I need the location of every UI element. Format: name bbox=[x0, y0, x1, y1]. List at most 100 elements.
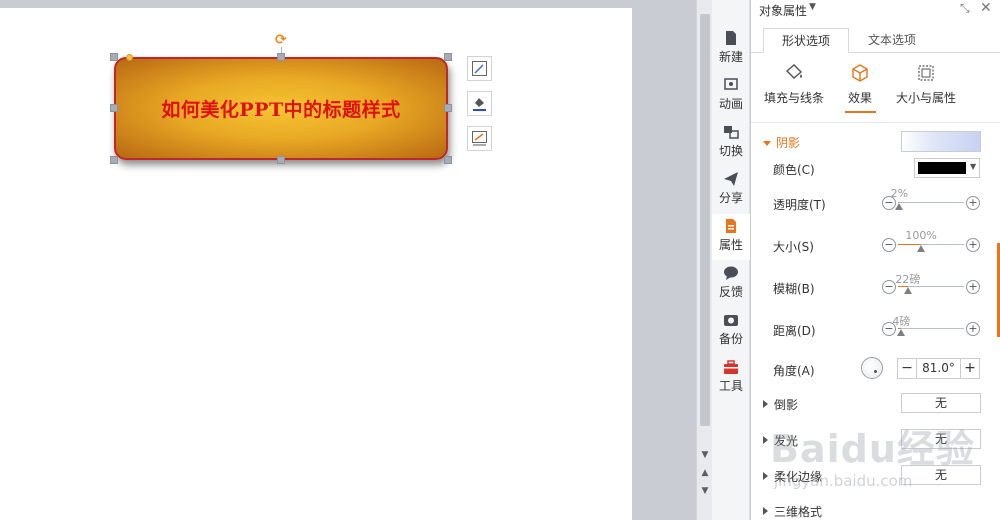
plus-icon[interactable]: + bbox=[966, 196, 980, 210]
side-tab-label: 属性 bbox=[718, 238, 743, 252]
side-tab-feedback[interactable]: 反馈 bbox=[712, 261, 750, 307]
resize-handle-bottom-left[interactable] bbox=[110, 156, 118, 164]
resize-handle-right[interactable] bbox=[444, 104, 452, 112]
tab-text-options[interactable]: 文本选项 bbox=[849, 28, 935, 53]
rotate-icon[interactable]: ⟳ bbox=[275, 33, 289, 47]
side-tab-label: 反馈 bbox=[718, 285, 743, 299]
paint-bucket-icon bbox=[473, 98, 486, 111]
angle-dial-dot bbox=[874, 370, 877, 373]
subtab-label: 效果 bbox=[847, 91, 872, 105]
scrollbar-thumb[interactable] bbox=[700, 14, 710, 426]
subtab-effects[interactable]: 效果 bbox=[843, 62, 877, 106]
transition-icon bbox=[724, 126, 739, 139]
section-label: 柔化边缘 bbox=[774, 470, 823, 484]
expanded-triangle-icon bbox=[763, 141, 771, 146]
title-shape[interactable]: 如何美化PPT中的标题样式 bbox=[114, 57, 448, 160]
size-slider[interactable]: − 100% + bbox=[882, 229, 980, 256]
resize-handle-left[interactable] bbox=[110, 104, 118, 112]
side-tab-transition[interactable]: 切换 bbox=[712, 120, 750, 166]
slide-page[interactable]: 如何美化PPT中的标题样式 ⟳ bbox=[0, 8, 632, 520]
side-tab-label: 新建 bbox=[718, 50, 743, 64]
minus-icon[interactable]: − bbox=[882, 238, 896, 252]
soft-edges-section-header[interactable]: 柔化边缘 bbox=[763, 468, 822, 485]
resize-handle-top-right[interactable] bbox=[444, 53, 452, 61]
fill-color-button[interactable] bbox=[467, 91, 492, 116]
size-value: 100% bbox=[905, 229, 937, 242]
tab-shape-options[interactable]: 形状选项 bbox=[763, 28, 849, 53]
title-text[interactable]: 如何美化PPT中的标题样式 bbox=[161, 95, 400, 122]
side-tab-animation[interactable]: 动画 bbox=[712, 73, 750, 119]
shadow-preset-dropdown[interactable] bbox=[901, 131, 981, 152]
cube-icon bbox=[852, 64, 868, 82]
3d-format-section-header[interactable]: 三维格式 bbox=[763, 503, 822, 520]
subtab-label: 填充与线条 bbox=[763, 91, 824, 105]
prev-page-icon[interactable]: ▲ bbox=[697, 466, 713, 480]
close-icon[interactable]: ✕ bbox=[980, 0, 992, 16]
slider-thumb[interactable] bbox=[903, 287, 912, 294]
collapsed-triangle-icon bbox=[763, 400, 768, 408]
reflection-section-header[interactable]: 倒影 bbox=[763, 396, 798, 413]
transparency-slider[interactable]: − 2% + bbox=[882, 187, 980, 214]
chevron-down-icon[interactable]: ▼ bbox=[809, 2, 816, 12]
blur-slider[interactable]: − 22磅 + bbox=[882, 273, 980, 298]
side-tab-backup[interactable]: 备份 bbox=[712, 308, 750, 354]
side-tab-label: 工具 bbox=[718, 379, 743, 393]
side-tab-label: 动画 bbox=[718, 97, 743, 111]
canvas-vertical-scrollbar[interactable]: ▼ ▲ ▼ bbox=[696, 0, 712, 520]
angle-dial[interactable] bbox=[861, 357, 883, 379]
reflection-preset-dropdown[interactable]: 无 bbox=[901, 393, 981, 413]
subtab-label: 大小与属性 bbox=[895, 91, 956, 105]
side-tab-tools[interactable]: 工具 bbox=[712, 355, 750, 401]
backup-icon bbox=[724, 315, 738, 326]
shadow-section-header[interactable]: 阴影 bbox=[763, 134, 800, 151]
slider-thumb[interactable] bbox=[917, 245, 926, 252]
resize-handle-bottom[interactable] bbox=[277, 156, 285, 164]
angle-increment-button[interactable]: + bbox=[960, 359, 979, 378]
title-shape-selection[interactable]: 如何美化PPT中的标题样式 ⟳ bbox=[110, 33, 452, 164]
glow-section-header[interactable]: 发光 bbox=[763, 432, 798, 449]
angle-decrement-button[interactable]: − bbox=[898, 359, 917, 378]
adjust-handle[interactable] bbox=[126, 54, 133, 61]
next-page-icon[interactable]: ▼ bbox=[697, 484, 713, 498]
angle-spinner: − 81.0° + bbox=[897, 358, 980, 379]
section-label: 三维格式 bbox=[774, 505, 823, 519]
transparency-label: 透明度(T) bbox=[773, 198, 826, 212]
slider-thumb[interactable] bbox=[897, 329, 906, 336]
panel-title[interactable]: 对象属性 bbox=[759, 2, 807, 19]
glow-preset-dropdown[interactable]: 无 bbox=[901, 429, 981, 449]
side-tab-label: 切换 bbox=[718, 144, 743, 158]
outline-color-button[interactable] bbox=[467, 126, 492, 151]
shape-style-button[interactable] bbox=[467, 56, 492, 81]
resize-handle-top-left[interactable] bbox=[110, 53, 118, 61]
toolbox-icon bbox=[724, 360, 738, 374]
size-frame-icon bbox=[918, 65, 934, 81]
resize-handle-top[interactable] bbox=[277, 53, 285, 61]
side-tab-new[interactable]: 新建 bbox=[712, 26, 750, 72]
subtab-fill-line[interactable]: 填充与线条 bbox=[763, 62, 825, 106]
collapsed-triangle-icon bbox=[763, 436, 768, 444]
soft-edges-preset-dropdown[interactable]: 无 bbox=[901, 465, 981, 485]
size-label: 大小(S) bbox=[773, 240, 814, 254]
side-tab-bar: 新建 动画 切换 分享 属性 反馈 备份 工具 bbox=[712, 0, 750, 520]
slide-canvas-area: 如何美化PPT中的标题样式 ⟳ bbox=[0, 0, 695, 520]
fill-bucket-icon bbox=[785, 64, 803, 79]
collapsed-triangle-icon bbox=[763, 472, 768, 480]
distance-slider[interactable]: − 4磅 + bbox=[882, 315, 980, 340]
side-tab-share[interactable]: 分享 bbox=[712, 167, 750, 213]
share-icon bbox=[724, 172, 738, 186]
angle-input[interactable]: 81.0° bbox=[917, 359, 960, 378]
subtab-size-properties[interactable]: 大小与属性 bbox=[895, 62, 957, 106]
line-color-icon bbox=[472, 131, 487, 146]
subtab-divider bbox=[751, 122, 1000, 123]
scroll-down-icon[interactable]: ▼ bbox=[697, 448, 713, 462]
slider-thumb[interactable] bbox=[895, 203, 904, 210]
plus-icon[interactable]: + bbox=[966, 322, 980, 336]
resize-handle-bottom-right[interactable] bbox=[444, 156, 452, 164]
feedback-icon bbox=[724, 266, 738, 280]
pin-icon[interactable]: ⤡ bbox=[960, 1, 970, 16]
collapsed-triangle-icon bbox=[763, 507, 768, 515]
shadow-color-picker[interactable]: ▼ bbox=[914, 158, 980, 178]
plus-icon[interactable]: + bbox=[966, 280, 980, 294]
side-tab-properties[interactable]: 属性 bbox=[712, 214, 750, 260]
plus-icon[interactable]: + bbox=[966, 238, 980, 252]
